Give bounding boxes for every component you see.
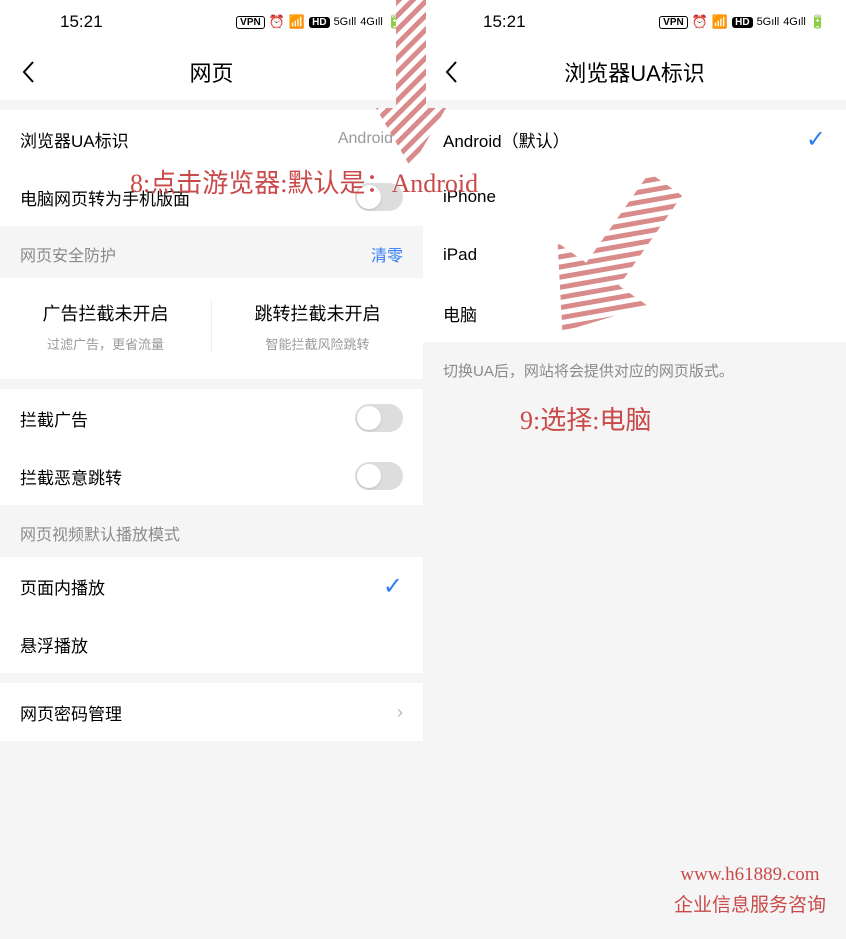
chevron-left-icon <box>21 60 35 84</box>
row-label: 网页密码管理 <box>20 700 393 725</box>
checkmark-icon: ✓ <box>806 125 826 154</box>
signal-5g-icon <box>757 16 780 28</box>
annotation-text-8: 8:点击游览器:默认是：Android <box>130 163 478 200</box>
status-time: 15:21 <box>20 12 103 32</box>
signal-4g-icon <box>783 16 806 28</box>
row-label: 拦截恶意跳转 <box>20 464 355 489</box>
left-phone-screen: 15:21 VPN ⏰ 📶 HD 🔋 网页 浏览器UA标识 Android › … <box>0 0 423 939</box>
row-block-jump[interactable]: 拦截恶意跳转 <box>0 447 423 505</box>
security-status-panel: 广告拦截未开启 过滤广告，更省流量 跳转拦截未开启 智能拦截风险跳转 <box>0 278 423 379</box>
hd-icon: HD <box>732 17 752 28</box>
option-android[interactable]: Android（默认） ✓ <box>423 110 846 168</box>
row-block-ads[interactable]: 拦截广告 <box>0 389 423 447</box>
section-label: 网页视频默认播放模式 <box>20 521 180 545</box>
row-label: 拦截广告 <box>20 406 355 431</box>
row-play-inline[interactable]: 页面内播放 ✓ <box>0 557 423 615</box>
settings-list: 浏览器UA标识 Android › 电脑网页转为手机版面 网页安全防护 清零 广… <box>0 100 423 861</box>
page-title: 浏览器UA标识 <box>423 56 846 88</box>
annotation-arrow-9 <box>500 175 720 340</box>
wifi-icon: 📶 <box>289 14 305 30</box>
battery-icon: 🔋 <box>810 14 826 30</box>
watermark-text: 企业信息服务咨询 <box>674 891 826 921</box>
page-title: 网页 <box>0 56 423 88</box>
row-browser-ua[interactable]: 浏览器UA标识 Android › <box>0 110 423 168</box>
status-sub: 智能拦截风险跳转 <box>222 334 413 353</box>
section-security-header: 网页安全防护 清零 <box>0 226 423 278</box>
status-time: 15:21 <box>443 12 526 32</box>
wifi-icon: 📶 <box>712 14 728 30</box>
ad-block-status: 广告拦截未开启 过滤广告，更省流量 <box>0 300 211 353</box>
toggle-block-ads[interactable] <box>355 404 403 432</box>
row-play-float[interactable]: 悬浮播放 <box>0 615 423 673</box>
annotation-arrow-8 <box>376 0 446 173</box>
checkmark-icon: ✓ <box>383 572 403 601</box>
row-label: 悬浮播放 <box>20 632 403 657</box>
section-label: 网页安全防护 <box>20 242 116 266</box>
alarm-icon: ⏰ <box>269 14 285 30</box>
option-label: Android（默认） <box>443 127 806 152</box>
jump-block-status: 跳转拦截未开启 智能拦截风险跳转 <box>211 300 423 353</box>
vpn-icon: VPN <box>659 16 688 29</box>
annotation-text-9: 9:选择:电脑 <box>520 400 651 437</box>
row-label: 页面内播放 <box>20 574 383 599</box>
watermark-url: www.h61889.com <box>674 860 826 890</box>
section-video-header: 网页视频默认播放模式 <box>0 505 423 557</box>
hd-icon: HD <box>309 17 329 28</box>
clear-button[interactable]: 清零 <box>371 242 403 266</box>
watermark: www.h61889.com 企业信息服务咨询 <box>674 860 826 921</box>
status-sub: 过滤广告，更省流量 <box>10 334 201 353</box>
status-title: 广告拦截未开启 <box>10 300 201 326</box>
chevron-left-icon <box>444 60 458 84</box>
row-label: 浏览器UA标识 <box>20 127 338 152</box>
nav-bar: 浏览器UA标识 <box>423 44 846 100</box>
alarm-icon: ⏰ <box>692 14 708 30</box>
nav-bar: 网页 <box>0 44 423 100</box>
status-bar: 15:21 VPN ⏰ 📶 HD 🔋 <box>0 0 423 44</box>
vpn-icon: VPN <box>236 16 265 29</box>
row-password-manager[interactable]: 网页密码管理 › <box>0 683 423 741</box>
status-bar: 15:21 VPN ⏰ 📶 HD 🔋 <box>423 0 846 44</box>
chevron-right-icon: › <box>397 702 403 723</box>
toggle-block-jump[interactable] <box>355 462 403 490</box>
status-icons: VPN ⏰ 📶 HD 🔋 <box>659 14 826 30</box>
signal-5g-icon <box>334 16 357 28</box>
ua-note: 切换UA后，网站将会提供对应的网页版式。 <box>423 342 846 399</box>
back-button[interactable] <box>0 44 56 100</box>
status-title: 跳转拦截未开启 <box>222 300 413 326</box>
right-phone-screen: 15:21 VPN ⏰ 📶 HD 🔋 浏览器UA标识 Android（默认） ✓… <box>423 0 846 939</box>
